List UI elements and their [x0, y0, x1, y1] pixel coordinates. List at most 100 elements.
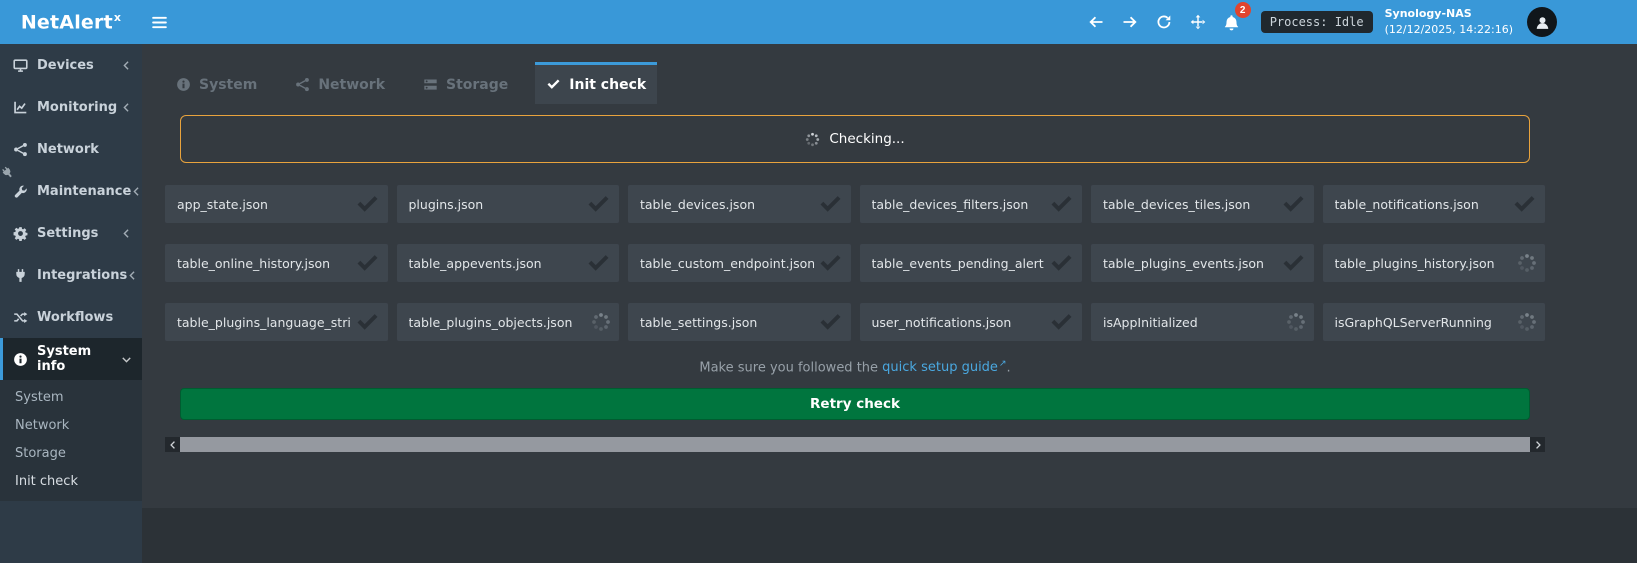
- sidebar-item-label: Network: [37, 142, 99, 157]
- refresh-button[interactable]: [1147, 0, 1181, 44]
- check-card-table-plugins-language-strings-json: table_plugins_language_strings.json: [165, 303, 388, 341]
- chevron-left-icon: [121, 102, 132, 113]
- navbar-right: 2 Process: Idle Synology-NAS (12/12/2025…: [1079, 0, 1637, 44]
- netalertx-app: NetAlertx 2 Process: Idle Syn: [0, 0, 1637, 563]
- check-icon: [1049, 310, 1074, 335]
- sidebar-item-maintenance[interactable]: Maintenance: [0, 170, 142, 212]
- nav-forward-button[interactable]: [1113, 0, 1147, 44]
- sidebar-item-workflows[interactable]: Workflows: [0, 296, 142, 338]
- monitoring-icon: [13, 100, 28, 115]
- check-label: table_events_pending_alert.json: [872, 256, 1046, 271]
- tab-bar: System Network Storage Init check: [165, 62, 1545, 104]
- horizontal-scrollbar[interactable]: [165, 437, 1545, 452]
- sidebar-item-monitoring[interactable]: Monitoring: [0, 86, 142, 128]
- check-icon: [1281, 251, 1306, 276]
- checking-label: Checking...: [829, 131, 904, 147]
- chevron-left-icon: [121, 60, 132, 71]
- check-icon: [818, 251, 843, 276]
- check-card-table-devices-tiles-json: table_devices_tiles.json: [1091, 185, 1314, 223]
- check-label: table_custom_endpoint.json: [640, 256, 814, 271]
- check-card-table-plugins-history-json: table_plugins_history.json: [1323, 244, 1546, 282]
- submenu-item-storage[interactable]: Storage: [0, 439, 142, 467]
- check-icon: [1281, 192, 1306, 217]
- sidebar-toggle-button[interactable]: [142, 0, 176, 44]
- tab-network[interactable]: Network: [284, 62, 396, 104]
- submenu-item-network[interactable]: Network: [0, 411, 142, 439]
- check-card-table-settings-json: table_settings.json: [628, 303, 851, 341]
- footer: [142, 508, 1637, 563]
- content-inner: System Network Storage Init check Checking.…: [142, 44, 1545, 452]
- checking-status-box: Checking...: [180, 115, 1530, 163]
- check-icon: [586, 251, 611, 276]
- refresh-icon: [1156, 14, 1172, 30]
- spinner-icon: [1286, 312, 1306, 332]
- check-card-table-events-pending-alert-json: table_events_pending_alert.json: [860, 244, 1083, 282]
- check-label: plugins.json: [409, 197, 583, 212]
- check-label: table_appevents.json: [409, 256, 583, 271]
- chevron-left-icon: [131, 186, 142, 197]
- check-label: app_state.json: [177, 197, 351, 212]
- check-label: table_settings.json: [640, 315, 814, 330]
- scroll-right-button[interactable]: [1530, 437, 1545, 452]
- check-card-table-devices-filters-json: table_devices_filters.json: [860, 185, 1083, 223]
- check-label: table_plugins_language_strings.json: [177, 315, 351, 330]
- check-card-table-online-history-json: table_online_history.json: [165, 244, 388, 282]
- check-icon: [1049, 192, 1074, 217]
- sidebar-item-network[interactable]: Network: [0, 128, 142, 170]
- spinner-icon: [1517, 253, 1537, 273]
- check-label: table_plugins_objects.json: [409, 315, 588, 330]
- submenu-item-system[interactable]: System: [0, 383, 142, 411]
- sidebar-item-system-info[interactable]: System info: [0, 338, 142, 380]
- fullscreen-button[interactable]: [1181, 0, 1215, 44]
- check-icon: [586, 192, 611, 217]
- app-logo[interactable]: NetAlertx: [0, 0, 142, 44]
- check-label: table_notifications.json: [1335, 197, 1509, 212]
- tab-label: Init check: [569, 77, 646, 93]
- quick-setup-guide-link[interactable]: quick setup guide↗: [882, 360, 1006, 375]
- workflows-icon: [13, 310, 28, 325]
- sidebar-item-devices[interactable]: Devices: [0, 44, 142, 86]
- logo-text: NetAlertx: [21, 11, 121, 33]
- tab-label: Network: [318, 77, 385, 93]
- check-label: table_devices_filters.json: [872, 197, 1046, 212]
- check-card-table-plugins-events-json: table_plugins_events.json: [1091, 244, 1314, 282]
- process-status-badge: Process: Idle: [1261, 11, 1373, 33]
- sidebar-item-integrations[interactable]: Integrations: [0, 254, 142, 296]
- check-label: table_online_history.json: [177, 256, 351, 271]
- chevron-right-icon: [1533, 440, 1543, 450]
- retry-check-button[interactable]: Retry check: [180, 388, 1530, 420]
- sidebar-item-settings[interactable]: Settings: [0, 212, 142, 254]
- chevron-left-icon: [121, 228, 132, 239]
- notifications-button[interactable]: 2: [1215, 0, 1249, 44]
- check-icon: [818, 192, 843, 217]
- submenu-item-init-check[interactable]: Init check: [0, 467, 142, 495]
- nav-back-button[interactable]: [1079, 0, 1113, 44]
- check-card-table-custom-endpoint-json: table_custom_endpoint.json: [628, 244, 851, 282]
- scroll-left-button[interactable]: [165, 437, 180, 452]
- maintenance-icon: [13, 184, 28, 199]
- sidebar-item-label: Settings: [37, 226, 98, 241]
- check-label: table_plugins_history.json: [1335, 256, 1514, 271]
- notification-count-badge: 2: [1235, 2, 1251, 18]
- user-avatar[interactable]: [1527, 7, 1557, 37]
- spinner-icon: [591, 312, 611, 332]
- check-label: table_plugins_events.json: [1103, 256, 1277, 271]
- network-icon: [295, 77, 310, 92]
- tab-system[interactable]: System: [165, 62, 268, 104]
- chevron-left-icon: [168, 440, 178, 450]
- tab-init-check[interactable]: Init check: [535, 62, 657, 104]
- scrollbar-thumb[interactable]: [180, 437, 1530, 452]
- check-card-plugins-json: plugins.json: [397, 185, 620, 223]
- host-info: Synology-NAS (12/12/2025, 14:22:16): [1385, 6, 1513, 38]
- bars-icon: [151, 14, 168, 31]
- check-icon: [355, 192, 380, 217]
- sidebar-item-label: System info: [37, 344, 121, 374]
- check-icon: [355, 310, 380, 335]
- settings-icon: [13, 226, 28, 241]
- devices-icon: [13, 58, 28, 73]
- tab-storage[interactable]: Storage: [412, 62, 519, 104]
- check-icon: [546, 77, 561, 92]
- init-check-grid: app_state.jsonplugins.jsontable_devices.…: [165, 185, 1545, 341]
- check-icon: [1512, 192, 1537, 217]
- setup-note-suffix: .: [1006, 360, 1010, 375]
